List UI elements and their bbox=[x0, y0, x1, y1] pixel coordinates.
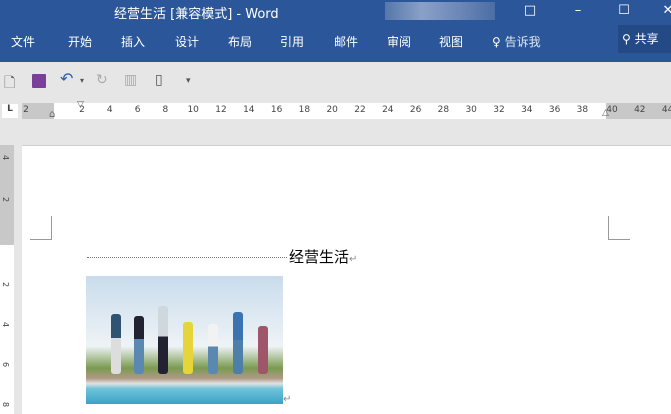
horizontal-ruler[interactable]: 2 2 4 6 8 10 12 14 16 18 20 22 24 26 28 30 32 34 36 38 40 42… bbox=[22, 100, 671, 120]
minimize-button[interactable]: – bbox=[558, 0, 598, 28]
window-title: 经营生活 [兼容模式] - Word bbox=[114, 7, 279, 22]
ribbon-tabs: 文件 开始 插入 设计 布局 引用 邮件 审阅 视图 ♀ 告诉我 bbox=[0, 28, 671, 62]
undo-icon[interactable]: ↶ bbox=[60, 69, 73, 88]
ruler-tick-label: 24 bbox=[382, 105, 394, 115]
ruler-tick-label: 36 bbox=[548, 105, 561, 115]
left-indent-marker[interactable]: ⌂ bbox=[49, 109, 55, 120]
customize-toolbar-icon[interactable]: ▾ bbox=[186, 76, 191, 86]
print-preview-icon[interactable]: 🗋 bbox=[4, 72, 15, 96]
heading-text: 经营生活 bbox=[289, 248, 350, 266]
redo-icon[interactable]: ↻ bbox=[96, 72, 108, 88]
title-bar: 经营生活 [兼容模式] - Word □ – ☐ ✕ bbox=[0, 0, 671, 28]
share-button[interactable]: ⚲ 共享 bbox=[618, 25, 671, 53]
ruler-tick-label: 8 bbox=[1, 401, 11, 408]
document-page[interactable]: 经营生活↵ ↵ bbox=[22, 145, 671, 414]
ruler-tick-label: 6 bbox=[1, 361, 11, 368]
ruler-tick-label: 2 bbox=[23, 105, 29, 115]
ruler-tick-label: 12 bbox=[215, 105, 227, 115]
crop-mark bbox=[30, 216, 52, 240]
quick-access-toolbar: 🗋 ↶ ▾ ↻ ▥ ▯ ▾ bbox=[0, 62, 671, 102]
ruler-tick-label: 4 bbox=[1, 321, 11, 328]
close-button[interactable]: ✕ bbox=[648, 0, 671, 28]
ruler-tick-label: 14 bbox=[243, 105, 255, 115]
ruler-tick-label: 18 bbox=[298, 105, 311, 115]
tab-design[interactable]: 设计 bbox=[175, 33, 199, 50]
paragraph-mark: ↵ bbox=[349, 254, 358, 265]
ruler-tick-label: 8 bbox=[162, 105, 169, 115]
ruler-tick-label: 34 bbox=[521, 105, 533, 115]
ruler-tick-label: 42 bbox=[634, 105, 646, 115]
ruler-tick-label: 44 bbox=[661, 105, 671, 115]
ruler-tick-label: 26 bbox=[409, 105, 422, 115]
side-by-side-icon[interactable]: ▥ bbox=[124, 72, 137, 88]
ruler-tick-label: 38 bbox=[576, 105, 589, 115]
lightbulb-icon: ♀ bbox=[492, 35, 501, 49]
inline-photo[interactable] bbox=[86, 276, 283, 404]
ruler-tick-label: 22 bbox=[354, 105, 366, 115]
ruler-tick-label: 20 bbox=[326, 105, 338, 115]
ruler-tick-label: 4 bbox=[106, 105, 113, 115]
tab-mailings[interactable]: 邮件 bbox=[334, 33, 358, 50]
tab-insert[interactable]: 插入 bbox=[121, 33, 145, 50]
maximize-button[interactable]: ☐ bbox=[604, 0, 644, 28]
ruler-tick-label: 30 bbox=[465, 105, 477, 115]
tab-leader bbox=[87, 257, 287, 258]
ruler-tick-label: 2 bbox=[1, 196, 11, 203]
vertical-ruler[interactable]: 4 2 2 4 6 8 bbox=[0, 145, 14, 414]
tab-view[interactable]: 视图 bbox=[439, 33, 463, 50]
ribbon-display-options-button[interactable]: □ bbox=[510, 0, 550, 28]
ruler-tick-label: 6 bbox=[134, 105, 141, 115]
crop-mark bbox=[608, 216, 630, 240]
save-icon[interactable] bbox=[32, 74, 46, 88]
tab-layout[interactable]: 布局 bbox=[228, 33, 252, 50]
first-line-indent-marker[interactable]: ▽ bbox=[77, 100, 84, 110]
ruler-tick-label: 28 bbox=[437, 105, 450, 115]
tell-me-search[interactable]: ♀ 告诉我 bbox=[492, 33, 541, 50]
heading-paragraph[interactable]: 经营生活↵ bbox=[87, 246, 357, 267]
ruler-tick-label: 10 bbox=[187, 105, 199, 115]
account-area[interactable] bbox=[385, 2, 495, 20]
ruler-tick-label: 2 bbox=[1, 281, 11, 288]
ruler-tick-label: 16 bbox=[270, 105, 283, 115]
tab-references[interactable]: 引用 bbox=[280, 33, 304, 50]
right-indent-marker[interactable]: △ bbox=[602, 108, 609, 118]
tab-selector[interactable]: L bbox=[2, 104, 18, 118]
ruler-tick-label: 4 bbox=[1, 154, 11, 161]
person-add-icon: ⚲ bbox=[622, 32, 631, 46]
undo-dropdown-icon[interactable]: ▾ bbox=[80, 76, 84, 85]
ruler-tick-label: 32 bbox=[493, 105, 505, 115]
tab-review[interactable]: 审阅 bbox=[387, 33, 411, 50]
tab-file[interactable]: 文件 bbox=[11, 33, 35, 50]
paragraph-mark: ↵ bbox=[283, 394, 292, 405]
tab-home[interactable]: 开始 bbox=[68, 33, 92, 50]
new-document-icon[interactable]: ▯ bbox=[155, 72, 163, 88]
